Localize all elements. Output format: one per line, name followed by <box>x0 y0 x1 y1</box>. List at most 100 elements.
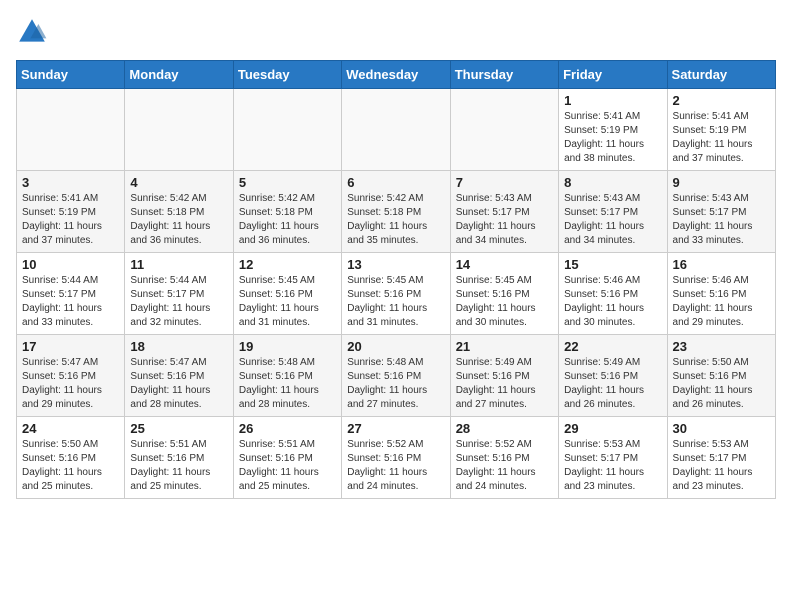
calendar-cell: 7 Sunrise: 5:43 AM Sunset: 5:17 PM Daylig… <box>450 171 558 253</box>
day-number: 5 <box>239 175 336 190</box>
calendar-cell: 10 Sunrise: 5:44 AM Sunset: 5:17 PM Dayli… <box>17 253 125 335</box>
calendar-cell: 5 Sunrise: 5:42 AM Sunset: 5:18 PM Daylig… <box>233 171 341 253</box>
day-number: 3 <box>22 175 119 190</box>
day-info: Sunrise: 5:41 AM Sunset: 5:19 PM Dayligh… <box>564 110 661 166</box>
day-info: Sunrise: 5:48 AM Sunset: 5:16 PM Dayligh… <box>347 356 444 412</box>
calendar-cell: 16 Sunrise: 5:46 AM Sunset: 5:16 PM Dayli… <box>667 253 775 335</box>
calendar-cell <box>450 89 558 171</box>
calendar-cell: 11 Sunrise: 5:44 AM Sunset: 5:17 PM Dayli… <box>125 253 233 335</box>
day-number: 12 <box>239 257 336 272</box>
day-info: Sunrise: 5:49 AM Sunset: 5:16 PM Dayligh… <box>456 356 553 412</box>
calendar-cell: 3 Sunrise: 5:41 AM Sunset: 5:19 PM Daylig… <box>17 171 125 253</box>
calendar-cell: 21 Sunrise: 5:49 AM Sunset: 5:16 PM Dayli… <box>450 335 558 417</box>
day-number: 11 <box>130 257 227 272</box>
day-info: Sunrise: 5:53 AM Sunset: 5:17 PM Dayligh… <box>673 438 770 494</box>
day-number: 20 <box>347 339 444 354</box>
day-number: 22 <box>564 339 661 354</box>
day-number: 26 <box>239 421 336 436</box>
calendar-cell: 15 Sunrise: 5:46 AM Sunset: 5:16 PM Dayli… <box>559 253 667 335</box>
day-number: 21 <box>456 339 553 354</box>
day-info: Sunrise: 5:43 AM Sunset: 5:17 PM Dayligh… <box>456 192 553 248</box>
day-info: Sunrise: 5:50 AM Sunset: 5:16 PM Dayligh… <box>22 438 119 494</box>
day-number: 6 <box>347 175 444 190</box>
day-number: 14 <box>456 257 553 272</box>
calendar-cell: 17 Sunrise: 5:47 AM Sunset: 5:16 PM Dayli… <box>17 335 125 417</box>
calendar-cell: 30 Sunrise: 5:53 AM Sunset: 5:17 PM Dayli… <box>667 417 775 499</box>
day-number: 27 <box>347 421 444 436</box>
calendar-cell: 6 Sunrise: 5:42 AM Sunset: 5:18 PM Daylig… <box>342 171 450 253</box>
day-number: 18 <box>130 339 227 354</box>
calendar-cell <box>233 89 341 171</box>
day-info: Sunrise: 5:43 AM Sunset: 5:17 PM Dayligh… <box>564 192 661 248</box>
day-number: 16 <box>673 257 770 272</box>
day-info: Sunrise: 5:44 AM Sunset: 5:17 PM Dayligh… <box>130 274 227 330</box>
day-number: 7 <box>456 175 553 190</box>
day-info: Sunrise: 5:42 AM Sunset: 5:18 PM Dayligh… <box>347 192 444 248</box>
day-info: Sunrise: 5:45 AM Sunset: 5:16 PM Dayligh… <box>239 274 336 330</box>
calendar-cell: 24 Sunrise: 5:50 AM Sunset: 5:16 PM Dayli… <box>17 417 125 499</box>
calendar-week-row: 3 Sunrise: 5:41 AM Sunset: 5:19 PM Daylig… <box>17 171 776 253</box>
weekday-header-sunday: Sunday <box>17 61 125 89</box>
weekday-header-monday: Monday <box>125 61 233 89</box>
weekday-header-saturday: Saturday <box>667 61 775 89</box>
day-info: Sunrise: 5:46 AM Sunset: 5:16 PM Dayligh… <box>673 274 770 330</box>
day-number: 23 <box>673 339 770 354</box>
calendar-week-row: 1 Sunrise: 5:41 AM Sunset: 5:19 PM Daylig… <box>17 89 776 171</box>
calendar-cell: 25 Sunrise: 5:51 AM Sunset: 5:16 PM Dayli… <box>125 417 233 499</box>
day-number: 4 <box>130 175 227 190</box>
day-info: Sunrise: 5:49 AM Sunset: 5:16 PM Dayligh… <box>564 356 661 412</box>
day-number: 17 <box>22 339 119 354</box>
calendar-cell: 19 Sunrise: 5:48 AM Sunset: 5:16 PM Dayli… <box>233 335 341 417</box>
calendar-cell: 18 Sunrise: 5:47 AM Sunset: 5:16 PM Dayli… <box>125 335 233 417</box>
day-number: 15 <box>564 257 661 272</box>
day-number: 19 <box>239 339 336 354</box>
day-info: Sunrise: 5:41 AM Sunset: 5:19 PM Dayligh… <box>673 110 770 166</box>
day-info: Sunrise: 5:51 AM Sunset: 5:16 PM Dayligh… <box>130 438 227 494</box>
calendar-cell: 13Sunrise: 5:45 AM Sunset: 5:16 PM Dayli… <box>342 253 450 335</box>
weekday-header-thursday: Thursday <box>450 61 558 89</box>
calendar-cell: 28Sunrise: 5:52 AM Sunset: 5:16 PM Dayli… <box>450 417 558 499</box>
day-number: 8 <box>564 175 661 190</box>
logo <box>16 16 52 48</box>
day-info: Sunrise: 5:41 AM Sunset: 5:19 PM Dayligh… <box>22 192 119 248</box>
day-info: Sunrise: 5:45 AM Sunset: 5:16 PM Dayligh… <box>456 274 553 330</box>
day-info: Sunrise: 5:43 AM Sunset: 5:17 PM Dayligh… <box>673 192 770 248</box>
calendar-cell: 8 Sunrise: 5:43 AM Sunset: 5:17 PM Daylig… <box>559 171 667 253</box>
weekday-header-tuesday: Tuesday <box>233 61 341 89</box>
day-number: 9 <box>673 175 770 190</box>
calendar-cell: 20 Sunrise: 5:48 AM Sunset: 5:16 PM Dayli… <box>342 335 450 417</box>
day-number: 24 <box>22 421 119 436</box>
day-number: 1 <box>564 93 661 108</box>
day-info: Sunrise: 5:42 AM Sunset: 5:18 PM Dayligh… <box>130 192 227 248</box>
calendar-cell: 1 Sunrise: 5:41 AM Sunset: 5:19 PM Daylig… <box>559 89 667 171</box>
day-number: 25 <box>130 421 227 436</box>
day-info: Sunrise: 5:48 AM Sunset: 5:16 PM Dayligh… <box>239 356 336 412</box>
day-number: 29 <box>564 421 661 436</box>
calendar-header-row: SundayMondayTuesdayWednesdayThursdayFrid… <box>17 61 776 89</box>
day-info: Sunrise: 5:53 AM Sunset: 5:17 PM Dayligh… <box>564 438 661 494</box>
page-header <box>16 16 776 48</box>
calendar-cell: 29 Sunrise: 5:53 AM Sunset: 5:17 PM Dayli… <box>559 417 667 499</box>
day-info: Sunrise: 5:42 AM Sunset: 5:18 PM Dayligh… <box>239 192 336 248</box>
calendar-cell <box>17 89 125 171</box>
calendar-week-row: 17 Sunrise: 5:47 AM Sunset: 5:16 PM Dayli… <box>17 335 776 417</box>
day-info: Sunrise: 5:47 AM Sunset: 5:16 PM Dayligh… <box>22 356 119 412</box>
logo-icon <box>16 16 48 48</box>
day-info: Sunrise: 5:52 AM Sunset: 5:16 PM Dayligh… <box>347 438 444 494</box>
day-info: Sunrise: 5:52 AM Sunset: 5:16 PM Dayligh… <box>456 438 553 494</box>
calendar-week-row: 10 Sunrise: 5:44 AM Sunset: 5:17 PM Dayli… <box>17 253 776 335</box>
day-info: Sunrise: 5:50 AM Sunset: 5:16 PM Dayligh… <box>673 356 770 412</box>
calendar-cell: 9 Sunrise: 5:43 AM Sunset: 5:17 PM Daylig… <box>667 171 775 253</box>
day-number: 10 <box>22 257 119 272</box>
calendar-week-row: 24 Sunrise: 5:50 AM Sunset: 5:16 PM Dayli… <box>17 417 776 499</box>
calendar-cell: 27 Sunrise: 5:52 AM Sunset: 5:16 PM Dayli… <box>342 417 450 499</box>
day-number: 30 <box>673 421 770 436</box>
calendar-cell: 14 Sunrise: 5:45 AM Sunset: 5:16 PM Dayli… <box>450 253 558 335</box>
calendar-cell: 2Sunrise: 5:41 AM Sunset: 5:19 PM Daylig… <box>667 89 775 171</box>
day-info: Sunrise: 5:46 AM Sunset: 5:16 PM Dayligh… <box>564 274 661 330</box>
calendar-cell: 12 Sunrise: 5:45 AM Sunset: 5:16 PM Dayli… <box>233 253 341 335</box>
day-info: Sunrise: 5:47 AM Sunset: 5:16 PM Dayligh… <box>130 356 227 412</box>
weekday-header-wednesday: Wednesday <box>342 61 450 89</box>
calendar-cell: 26Sunrise: 5:51 AM Sunset: 5:16 PM Dayli… <box>233 417 341 499</box>
day-info: Sunrise: 5:44 AM Sunset: 5:17 PM Dayligh… <box>22 274 119 330</box>
